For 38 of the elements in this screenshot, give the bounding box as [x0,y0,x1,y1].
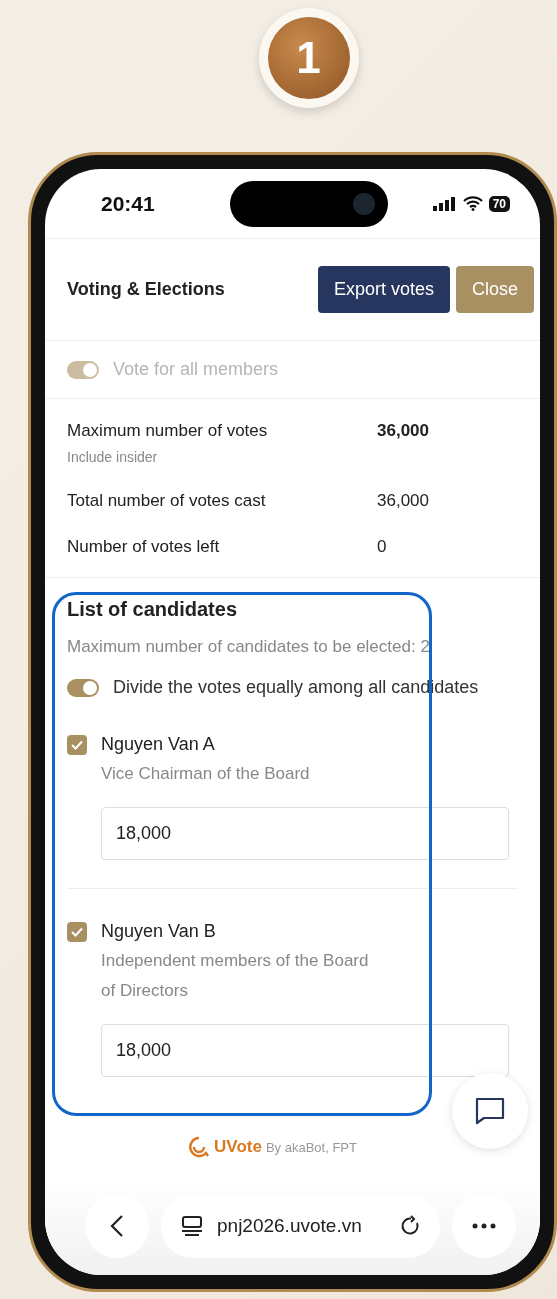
check-icon [71,926,83,937]
tabs-icon [181,1216,203,1236]
chat-icon [475,1097,505,1125]
candidate-name: Nguyen Van B [101,921,216,942]
url-text: pnj2026.uvote.vn [217,1215,363,1237]
stat-label: Total number of votes cast [67,491,267,511]
logo-icon [188,1136,211,1158]
candidate-position: Independent members of the Board of Directors [101,950,370,1002]
checkbox[interactable] [67,921,87,942]
stat-label: Maximum number of votes [67,421,269,441]
reload-icon[interactable] [400,1215,422,1237]
votes-input[interactable]: 18,000 [101,807,509,860]
brand-name: UVote [214,1137,262,1157]
checkbox[interactable] [67,734,87,755]
toggle-switch[interactable] [67,678,99,697]
candidate-position: Vice Chairman of the Board [101,763,311,785]
wifi-icon [462,196,483,211]
battery-level: 70 [488,195,510,212]
check-icon [71,739,83,750]
candidate-name: Nguyen Van A [101,734,215,755]
back-icon [110,1214,124,1238]
signal-icon [432,196,457,211]
page-title: Voting & Elections [67,279,226,300]
stat-value: 36,000 [377,491,430,511]
stat-note: Include insider [67,449,159,465]
toggle-label: Vote for all members [113,359,279,380]
brand-credit: By akaBot, FPT [265,1139,357,1155]
stat-label: Number of votes left [67,537,221,557]
section-title: List of candidates [67,598,239,621]
stat-value: 36,000 [377,421,430,442]
step-number: 1 [267,17,350,99]
stat-value: 0 [377,537,388,557]
status-time: 20:41 [101,191,155,216]
chat-button[interactable] [452,1073,528,1149]
export-button[interactable]: Export votes [317,266,450,313]
more-icon [472,1223,496,1229]
candidate-limit: Maximum number of candidates to be elected: 2 [67,637,431,657]
votes-input[interactable]: 18,000 [101,1024,509,1077]
